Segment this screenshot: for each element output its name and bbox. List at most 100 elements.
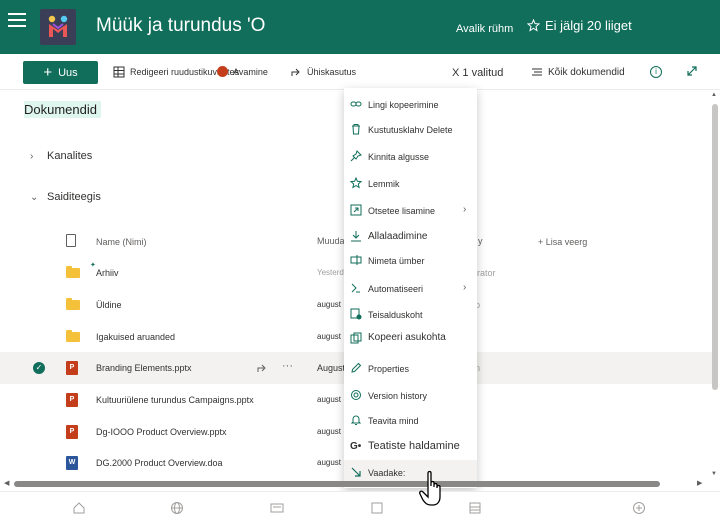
menu-item-move-to[interactable]: Teisalduskoht — [344, 302, 477, 326]
checkmark-icon[interactable]: ✓ — [33, 362, 45, 374]
menu-item-automate[interactable]: Automatiseeri › — [344, 276, 477, 300]
more-options-icon[interactable]: ··· — [282, 360, 293, 372]
menu-item-copy-link[interactable]: Lingi kopeerimine — [344, 92, 477, 116]
folder-icon — [66, 298, 80, 310]
new-button[interactable]: + Uus — [23, 61, 98, 84]
bottom-navigation — [0, 491, 720, 523]
history-icon — [351, 390, 361, 400]
column-name[interactable]: Name (Nimi) — [96, 237, 147, 247]
group-site-library[interactable]: ⌄ Saiditeegis — [30, 191, 101, 203]
download-icon — [351, 231, 361, 242]
row-name[interactable]: DG.2000 Product Overview.doa — [96, 458, 223, 468]
menu-item-label: Lemmik — [368, 179, 400, 189]
site-header: Müük ja turundus 'O Avalik rühm Ei jälgi… — [0, 0, 720, 54]
row-modified: August — [317, 363, 346, 373]
site-title[interactable]: Müük ja turundus 'O — [96, 15, 265, 37]
share-button-label: Ühiskasutus — [307, 67, 357, 77]
files-icon[interactable] — [370, 501, 384, 515]
menu-item-label: Allalaadimine — [368, 231, 428, 242]
column-modified[interactable]: Muuda — [317, 236, 345, 246]
office-icon — [217, 66, 228, 77]
menu-item-manage-alerts[interactable]: G• Teatiste haldamine — [344, 434, 477, 458]
vertical-scroll-thumb[interactable] — [712, 104, 718, 390]
copy-icon — [350, 332, 362, 344]
library-title[interactable]: Dokumendid — [24, 101, 101, 118]
open-button-label: Avamine — [233, 66, 268, 77]
menu-item-label: Automatiseeri — [368, 284, 424, 294]
add-icon[interactable] — [632, 501, 646, 515]
menu-item-label: Kustutusklahv Delete — [368, 125, 453, 135]
menu-item-download[interactable]: Allalaadimine — [344, 224, 477, 248]
chevron-down-icon: ⌄ — [30, 191, 39, 203]
checkout-icon — [351, 467, 361, 477]
new-item-icon: ✦ — [90, 262, 96, 269]
menu-item-copy-to[interactable]: Kopeeri asukohta — [344, 326, 477, 350]
expand-icon[interactable] — [686, 65, 698, 77]
chevron-right-icon: › — [463, 282, 467, 293]
star-icon — [527, 19, 540, 32]
scroll-down-icon[interactable]: ▼ — [711, 471, 717, 477]
horizontal-scroll-thumb[interactable] — [14, 481, 660, 487]
pencil-icon — [351, 362, 362, 373]
menu-item-label: Teatiste haldamine — [368, 440, 460, 452]
menu-item-label: Kopeeri asukohta — [368, 332, 446, 343]
row-name[interactable]: Branding Elements.pptx — [96, 363, 192, 373]
file-type-icon[interactable] — [66, 234, 76, 247]
menu-item-rename[interactable]: Nimeta ümber — [344, 248, 477, 272]
globe-icon[interactable] — [170, 501, 184, 515]
selection-count[interactable]: X 1 valitud — [452, 67, 503, 79]
row-name[interactable]: Üldine — [96, 300, 122, 310]
row-name[interactable]: Igakuised aruanded — [96, 332, 175, 342]
view-list-icon — [532, 68, 542, 76]
view-switcher[interactable]: Kõik dokumendid — [531, 66, 625, 78]
people-logo-icon — [48, 15, 68, 37]
horizontal-scrollbar[interactable]: ◀ ▶ — [0, 478, 710, 490]
follow-button[interactable]: Ei jälgi 20 liiget — [527, 18, 632, 33]
home-icon[interactable] — [72, 501, 86, 515]
scroll-left-icon[interactable]: ◀ — [4, 479, 9, 487]
row-name[interactable]: Kultuuriülene turundus Campaigns.pptx — [96, 395, 254, 405]
scroll-up-icon[interactable]: ▲ — [711, 92, 717, 98]
site-logo[interactable] — [40, 9, 76, 45]
menu-item-properties[interactable]: Properties — [344, 356, 477, 380]
row-modified: august — [317, 332, 342, 341]
menu-item-label: Version history — [368, 391, 428, 401]
context-menu: Lingi kopeerimine Kustutusklahv Delete K… — [344, 88, 477, 488]
share-icon — [291, 68, 300, 76]
lists-icon[interactable] — [468, 501, 482, 515]
follow-label: Ei jälgi 20 liiget — [545, 18, 632, 33]
share-icon[interactable] — [256, 362, 268, 374]
menu-item-version-history[interactable]: Version history — [344, 383, 477, 407]
menu-item-delete[interactable]: Kustutusklahv Delete — [344, 117, 477, 141]
info-icon[interactable]: i — [650, 66, 662, 78]
row-modified: august — [317, 458, 342, 467]
menu-item-label: Teisalduskoht — [368, 310, 423, 320]
scroll-right-icon[interactable]: ▶ — [697, 479, 702, 487]
open-button[interactable]: Avamine — [217, 66, 268, 77]
menu-item-favorite[interactable]: Lemmik — [344, 171, 477, 195]
row-modified: Yesterd — [317, 268, 344, 277]
group-channels[interactable]: › Kanalites — [30, 150, 92, 162]
word-icon: W — [66, 456, 78, 470]
menu-item-label: Properties — [368, 364, 410, 374]
menu-item-label: Lingi kopeerimine — [368, 100, 439, 110]
column-modified-by[interactable]: y — [478, 236, 483, 246]
menu-item-add-shortcut[interactable]: Otsetee lisamine › — [344, 198, 477, 222]
vertical-scrollbar[interactable]: ▲ ▼ — [710, 88, 720, 483]
group-privacy-label: Avalik rühm — [456, 23, 514, 35]
hand-cursor-icon — [419, 470, 441, 506]
share-button[interactable]: Ühiskasutus — [290, 66, 356, 78]
app-launcher-icon[interactable] — [8, 13, 26, 29]
menu-item-pin-to-top[interactable]: Kinnita algusse — [344, 144, 477, 168]
chevron-right-icon: › — [463, 204, 467, 215]
star-icon — [350, 177, 362, 189]
folder-icon — [66, 330, 80, 342]
news-icon[interactable] — [270, 501, 284, 515]
plus-icon: + — [43, 64, 53, 81]
add-column-button[interactable]: + Lisa veerg — [538, 237, 587, 247]
rename-icon — [350, 255, 362, 265]
menu-item-alert-me[interactable]: Teavita mind — [344, 408, 477, 432]
powerpoint-icon: P — [66, 361, 78, 375]
row-name[interactable]: Dg-IOOO Product Overview.pptx — [96, 427, 227, 437]
row-name[interactable]: Arhiiv — [96, 268, 119, 278]
